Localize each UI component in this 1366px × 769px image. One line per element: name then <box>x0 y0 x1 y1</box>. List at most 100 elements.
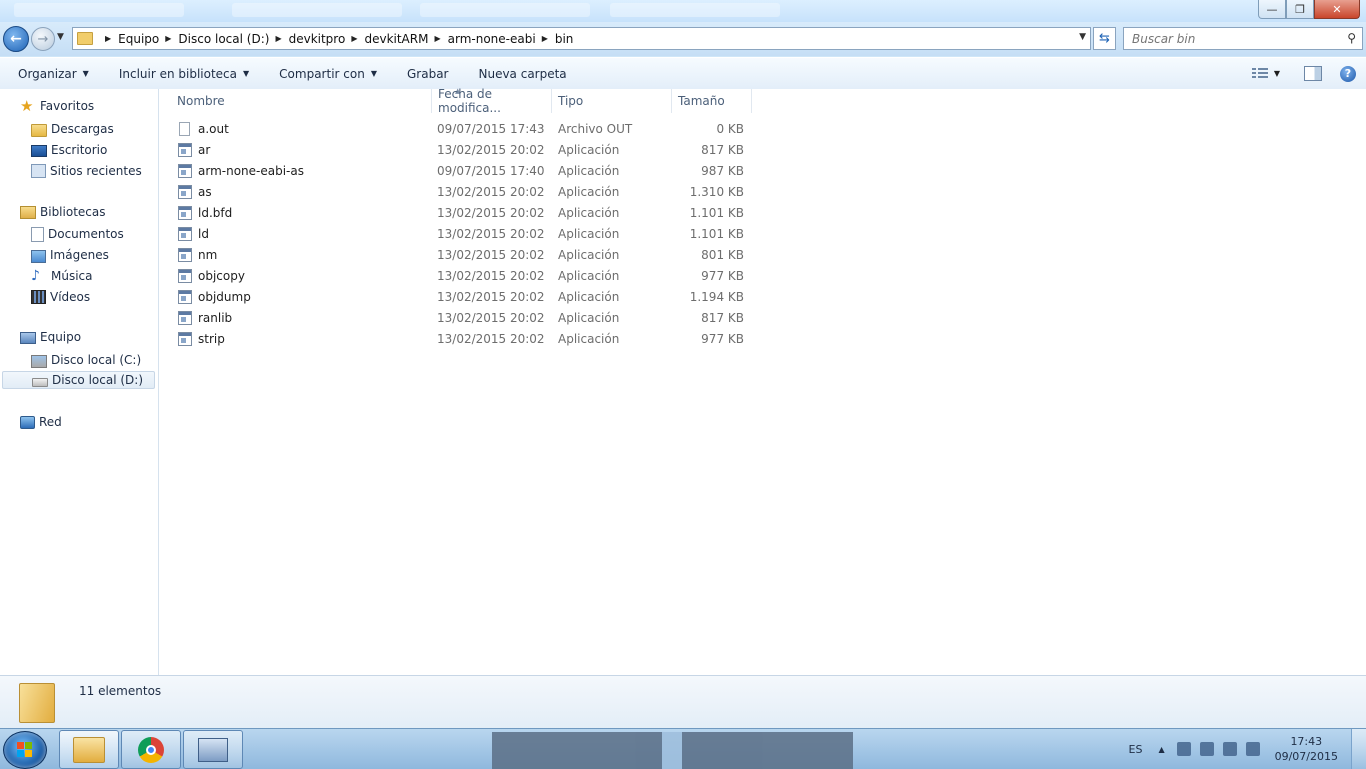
column-header-date[interactable]: Fecha de modifica... <box>432 89 552 113</box>
sidebar-item-drive-c[interactable]: Disco local (C:) <box>31 351 141 369</box>
sidebar-item-videos[interactable]: Vídeos <box>31 288 90 306</box>
column-header-size[interactable]: Tamaño <box>672 89 752 113</box>
chevron-right-icon[interactable]: ▶ <box>542 34 548 43</box>
forward-button[interactable]: → <box>31 27 55 51</box>
application-icon <box>178 185 192 199</box>
show-hidden-icons-button[interactable]: ▲ <box>1158 745 1164 754</box>
sidebar-group-favorites[interactable]: ★ Favoritos <box>20 99 94 113</box>
volume-icon[interactable] <box>1246 742 1260 756</box>
address-history-dropdown[interactable]: ▼ <box>1079 32 1086 42</box>
breadcrumb-bin[interactable]: ▶ bin <box>536 32 574 46</box>
breadcrumb-devkitarm[interactable]: ▶ devkitARM <box>345 32 428 46</box>
clock[interactable]: 17:43 09/07/2015 <box>1275 734 1338 764</box>
application-icon <box>178 206 192 220</box>
minimize-button[interactable]: — <box>1258 0 1286 19</box>
file-size: 1.101 KB <box>674 203 744 224</box>
start-button[interactable] <box>3 731 47 769</box>
safely-remove-hardware-icon[interactable] <box>1200 742 1214 756</box>
taskbar-app-button[interactable] <box>183 730 243 769</box>
file-date: 13/02/2015 20:02 <box>437 140 545 161</box>
column-header-type[interactable]: Tipo <box>552 89 672 113</box>
back-button[interactable]: ← <box>3 26 29 52</box>
sidebar-group-computer[interactable]: Equipo <box>20 330 81 344</box>
caret-down-icon: ▼ <box>243 69 249 78</box>
file-row[interactable]: nm13/02/2015 20:02Aplicación801 KB <box>159 245 759 266</box>
file-size: 1.310 KB <box>674 182 744 203</box>
background-window-shadow <box>492 732 853 769</box>
view-options-icon[interactable] <box>1252 68 1268 80</box>
burn-button[interactable]: Grabar <box>407 67 449 81</box>
sidebar-group-network[interactable]: Red <box>20 414 62 429</box>
search-input[interactable] <box>1130 28 1334 49</box>
sidebar-item-downloads[interactable]: Descargas <box>31 120 114 138</box>
file-date: 13/02/2015 20:02 <box>437 287 545 308</box>
libraries-icon <box>20 206 36 219</box>
file-name: ranlib <box>198 308 232 329</box>
file-row[interactable]: a.out09/07/2015 17:43Archivo OUT0 KB <box>159 119 759 140</box>
file-row[interactable]: ld13/02/2015 20:02Aplicación1.101 KB <box>159 224 759 245</box>
search-box[interactable]: ⚲ <box>1123 27 1363 50</box>
file-row[interactable]: strip13/02/2015 20:02Aplicación977 KB <box>159 329 759 350</box>
file-row[interactable]: ranlib13/02/2015 20:02Aplicación817 KB <box>159 308 759 329</box>
chevron-right-icon[interactable]: ▶ <box>105 34 111 43</box>
view-options-dropdown[interactable]: ▼ <box>1274 69 1280 78</box>
file-name: as <box>198 182 212 203</box>
breadcrumb-arm-none-eabi[interactable]: ▶ arm-none-eabi <box>428 32 535 46</box>
chevron-right-icon[interactable]: ▶ <box>275 34 281 43</box>
file-row[interactable]: objcopy13/02/2015 20:02Aplicación977 KB <box>159 266 759 287</box>
language-indicator[interactable]: ES <box>1129 743 1143 756</box>
address-bar[interactable]: ▶ Equipo ▶ Disco local (D:) ▶ devkitpro … <box>72 27 1091 50</box>
file-date: 09/07/2015 17:43 <box>437 119 545 140</box>
taskbar-explorer-button[interactable] <box>59 730 119 769</box>
film-strip-icon <box>31 290 46 304</box>
sidebar-item-documents[interactable]: Documentos <box>31 225 124 243</box>
network-signal-icon[interactable] <box>1223 742 1237 756</box>
action-center-flag-icon[interactable] <box>1177 742 1191 756</box>
hard-drive-icon <box>32 378 48 387</box>
file-row[interactable]: arm-none-eabi-as09/07/2015 17:40Aplicaci… <box>159 161 759 182</box>
recent-places-icon <box>31 164 46 178</box>
breadcrumb-disco-d[interactable]: ▶ Disco local (D:) <box>159 32 269 46</box>
application-icon <box>178 227 192 241</box>
file-row[interactable]: ld.bfd13/02/2015 20:02Aplicación1.101 KB <box>159 203 759 224</box>
sidebar-item-music[interactable]: ♪ Música <box>31 267 93 285</box>
column-header-name[interactable]: Nombre <box>171 89 432 113</box>
sidebar-group-libraries[interactable]: Bibliotecas <box>20 204 105 219</box>
maximize-button[interactable]: ❐ <box>1286 0 1314 19</box>
system-tray: ES ▲ 17:43 09/07/2015 <box>1129 729 1366 769</box>
details-pane: 11 elementos <box>0 675 1366 729</box>
recent-pages-dropdown[interactable]: ▼ <box>57 32 64 42</box>
file-type: Aplicación <box>558 161 619 182</box>
sidebar-item-drive-d[interactable]: Disco local (D:) <box>2 371 155 389</box>
music-note-icon: ♪ <box>31 269 47 283</box>
sidebar-item-recent-places[interactable]: Sitios recientes <box>31 162 142 180</box>
new-folder-button[interactable]: Nueva carpeta <box>478 67 566 81</box>
file-date: 13/02/2015 20:02 <box>437 266 545 287</box>
file-row[interactable]: as13/02/2015 20:02Aplicación1.310 KB <box>159 182 759 203</box>
search-icon[interactable]: ⚲ <box>1347 31 1356 45</box>
refresh-button[interactable]: ⇆ <box>1093 27 1116 50</box>
network-icon <box>20 416 35 429</box>
preview-pane-icon[interactable] <box>1304 66 1322 81</box>
file-row[interactable]: ar13/02/2015 20:02Aplicación817 KB <box>159 140 759 161</box>
file-type: Aplicación <box>558 224 619 245</box>
share-with-button[interactable]: Compartir con▼ <box>279 67 377 81</box>
sidebar-item-pictures[interactable]: Imágenes <box>31 246 109 264</box>
help-icon[interactable]: ? <box>1340 66 1356 82</box>
breadcrumb-devkitpro[interactable]: ▶ devkitpro <box>269 32 345 46</box>
close-button[interactable]: ✕ <box>1314 0 1360 19</box>
taskbar-chrome-button[interactable] <box>121 730 181 769</box>
include-library-button[interactable]: Incluir en biblioteca▼ <box>119 67 249 81</box>
file-row[interactable]: objdump13/02/2015 20:02Aplicación1.194 K… <box>159 287 759 308</box>
organize-button[interactable]: Organizar▼ <box>18 67 89 81</box>
desktop-icon <box>31 145 47 157</box>
breadcrumb-equipo[interactable]: ▶ Equipo <box>99 32 159 46</box>
application-icon <box>178 248 192 262</box>
star-icon: ★ <box>20 99 36 113</box>
sidebar-item-desktop[interactable]: Escritorio <box>31 141 107 159</box>
chevron-right-icon[interactable]: ▶ <box>434 34 440 43</box>
show-desktop-button[interactable] <box>1351 729 1366 769</box>
file-date: 13/02/2015 20:02 <box>437 182 545 203</box>
chevron-right-icon[interactable]: ▶ <box>165 34 171 43</box>
chevron-right-icon[interactable]: ▶ <box>351 34 357 43</box>
